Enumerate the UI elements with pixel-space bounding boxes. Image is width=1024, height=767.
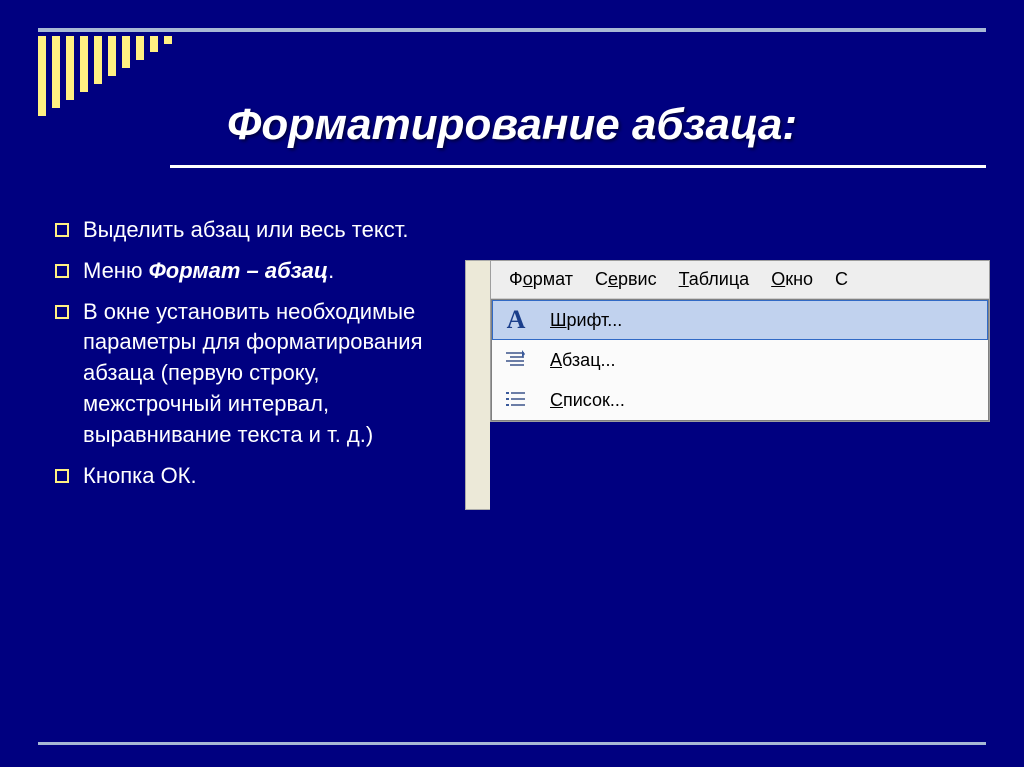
menu-item-font[interactable]: A Шрифт... [492, 300, 988, 340]
text-emph: Формат – абзац [149, 258, 329, 283]
bottom-divider [38, 742, 986, 745]
text-prefix: Меню [83, 258, 149, 283]
font-icon: A [502, 306, 530, 334]
menu-extra[interactable]: С [835, 269, 848, 290]
text-suffix: . [328, 258, 334, 283]
bullet-item: Кнопка ОК. [55, 461, 455, 492]
bar [164, 36, 172, 44]
menu-service[interactable]: Сервис [595, 269, 657, 290]
menu-format[interactable]: Формат [509, 269, 573, 290]
bar [136, 36, 144, 60]
paragraph-icon [502, 346, 530, 374]
dropdown-menu: A Шрифт... Абзац... [491, 299, 989, 421]
bullet-text: Выделить абзац или весь текст. [83, 215, 455, 246]
bullet-text: Меню Формат – абзац. [83, 256, 455, 287]
bullet-text: В окне установить необходимые параметры … [83, 297, 455, 451]
menu-item-label: Шрифт... [550, 310, 622, 331]
bullet-text: Кнопка ОК. [83, 461, 455, 492]
list-icon [502, 386, 530, 414]
bullet-icon [55, 223, 69, 237]
bullet-icon [55, 469, 69, 483]
menu-table[interactable]: Таблица [679, 269, 750, 290]
bar [80, 36, 88, 92]
bullet-list: Выделить абзац или весь текст. Меню Форм… [55, 215, 455, 501]
bullet-item: Выделить абзац или весь текст. [55, 215, 455, 246]
menu-item-label: Список... [550, 390, 625, 411]
bar [108, 36, 116, 76]
bar [52, 36, 60, 108]
bar [150, 36, 158, 52]
top-divider [38, 28, 986, 32]
bullet-item: Меню Формат – абзац. [55, 256, 455, 287]
menu-item-list[interactable]: Список... [492, 380, 988, 420]
menu-window[interactable]: Окно [771, 269, 813, 290]
bar [94, 36, 102, 84]
menu-screenshot: Формат Сервис Таблица Окно С A Шрифт... … [490, 260, 990, 422]
bullet-item: В окне установить необходимые параметры … [55, 297, 455, 451]
bar [122, 36, 130, 68]
slide-title: Форматирование абзаца: [0, 100, 1024, 150]
menu-item-paragraph[interactable]: Абзац... [492, 340, 988, 380]
menubar: Формат Сервис Таблица Окно С [491, 261, 989, 299]
bullet-icon [55, 264, 69, 278]
title-underline [170, 165, 986, 168]
screenshot-left-edge [465, 260, 490, 510]
menu-item-label: Абзац... [550, 350, 616, 371]
bullet-icon [55, 305, 69, 319]
bar [66, 36, 74, 100]
